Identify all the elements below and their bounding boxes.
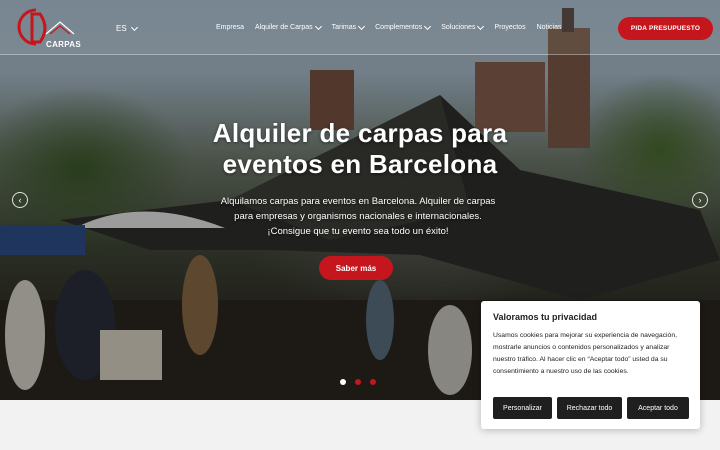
hero-title-line: eventos en Barcelona bbox=[222, 149, 498, 179]
cookie-buttons: Personalizar Rechazar todo Aceptar todo bbox=[493, 397, 689, 419]
accept-all-button[interactable]: Aceptar todo bbox=[627, 397, 689, 419]
nav-item-soluciones[interactable]: Soluciones bbox=[441, 22, 485, 31]
main-nav: Empresa Alquiler de Carpas Tarimas Compl… bbox=[216, 22, 572, 31]
nav-item-noticias[interactable]: Noticias bbox=[537, 24, 562, 31]
request-quote-button[interactable]: PIDA PRESUPUESTO bbox=[618, 17, 713, 40]
reject-all-button[interactable]: Rechazar todo bbox=[557, 397, 622, 419]
cookie-title: Valoramos tu privacidad bbox=[493, 312, 598, 322]
hero-subtitle-line: Alquilamos carpas para eventos en Barcel… bbox=[220, 196, 496, 207]
chevron-right-icon[interactable]: › bbox=[692, 192, 708, 208]
language-label: ES bbox=[116, 24, 127, 33]
nav-item-label: Alquiler de Carpas bbox=[255, 24, 313, 31]
cookie-consent-banner: Valoramos tu privacidad Usamos cookies p… bbox=[481, 301, 700, 429]
language-selector[interactable]: ES bbox=[116, 23, 138, 33]
slider-dots bbox=[340, 379, 376, 385]
learn-more-button[interactable]: Saber más bbox=[319, 256, 393, 280]
chevron-down-icon bbox=[314, 22, 322, 30]
nav-item-label: Tarimas bbox=[331, 24, 357, 31]
chevron-down-icon bbox=[358, 22, 366, 30]
nav-item-label: Proyectos bbox=[494, 24, 526, 31]
chevron-down-icon bbox=[424, 22, 432, 30]
nav-item-label: Noticias bbox=[536, 24, 562, 31]
nav-item-proyectos[interactable]: Proyectos bbox=[494, 24, 525, 31]
hero-title: Alquiler de carpas para eventos en Barce… bbox=[150, 118, 570, 180]
slider-dot-3[interactable] bbox=[370, 379, 376, 385]
nav-item-label: Soluciones bbox=[441, 24, 476, 31]
nav-item-label: Empresa bbox=[216, 24, 245, 31]
hero-subtitle-line: para empresas y organismos nacionales e … bbox=[234, 211, 482, 222]
nav-item-label: Complementos bbox=[375, 24, 423, 31]
slider-dot-1[interactable] bbox=[340, 379, 346, 385]
nav-item-tarimas[interactable]: Tarimas bbox=[331, 22, 366, 31]
nav-item-alquiler-de-carpas[interactable]: Alquiler de Carpas bbox=[255, 22, 322, 31]
site-header: CARPAS ES Empresa Alquiler de Carpas Tar… bbox=[0, 0, 720, 55]
nav-item-empresa[interactable]: Empresa bbox=[216, 24, 244, 31]
cookie-text: Usamos cookies para mejorar su experienc… bbox=[493, 332, 677, 375]
slider-dot-2[interactable] bbox=[355, 379, 361, 385]
customize-button[interactable]: Personalizar bbox=[493, 397, 552, 419]
hero-title-line: Alquiler de carpas para bbox=[212, 118, 508, 148]
chevron-down-icon bbox=[477, 22, 485, 30]
hero-subtitle-line: ¡Consigue que tu evento sea todo un éxit… bbox=[267, 226, 449, 237]
chevron-down-icon bbox=[130, 23, 138, 31]
logo-text: CARPAS bbox=[46, 40, 81, 49]
nav-item-complementos[interactable]: Complementos bbox=[375, 22, 432, 31]
hero-subtitle: Alquilamos carpas para eventos en Barcel… bbox=[200, 194, 516, 239]
chevron-left-icon[interactable]: ‹ bbox=[12, 192, 28, 208]
